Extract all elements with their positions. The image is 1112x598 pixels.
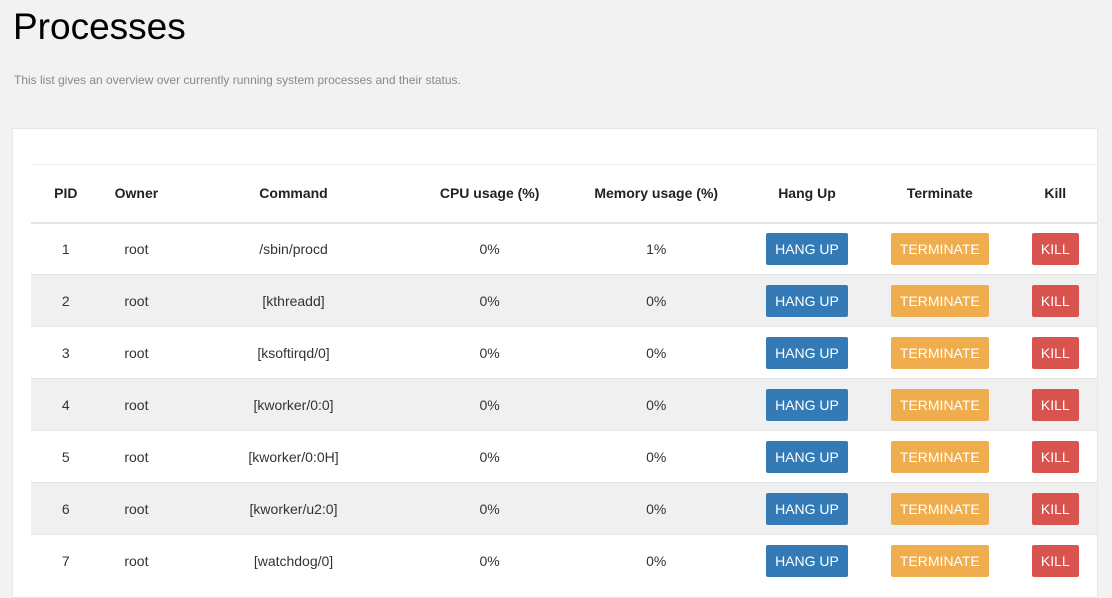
cell-command: /sbin/procd	[172, 222, 415, 275]
cell-kill: KILL	[1013, 326, 1097, 379]
cell-terminate: TERMINATE	[866, 378, 1014, 431]
terminate-button[interactable]: TERMINATE	[890, 336, 989, 369]
hangup-button[interactable]: HANG UP	[766, 544, 848, 577]
header-terminate: Terminate	[866, 164, 1014, 224]
kill-button[interactable]: KILL	[1031, 388, 1079, 421]
cell-command: [kworker/0:0]	[172, 378, 415, 431]
table-row: 5 root [kworker/0:0H] 0% 0% HANG UP TERM…	[31, 430, 1097, 483]
cell-owner: root	[100, 326, 173, 379]
kill-button[interactable]: KILL	[1031, 544, 1079, 577]
table-row: 7 root [watchdog/0] 0% 0% HANG UP TERMIN…	[31, 534, 1097, 587]
cell-pid: 7	[31, 534, 101, 587]
table-row: 6 root [kworker/u2:0] 0% 0% HANG UP TERM…	[31, 482, 1097, 535]
kill-button[interactable]: KILL	[1031, 284, 1079, 317]
kill-button[interactable]: KILL	[1031, 336, 1079, 369]
kill-button[interactable]: KILL	[1031, 492, 1079, 525]
cell-kill: KILL	[1013, 534, 1097, 587]
cell-owner: root	[100, 430, 173, 483]
cell-memory: 0%	[564, 274, 748, 327]
table-row: 1 root /sbin/procd 0% 1% HANG UP TERMINA…	[31, 222, 1097, 275]
hangup-button[interactable]: HANG UP	[766, 388, 848, 421]
header-pid: PID	[31, 164, 101, 224]
hangup-button[interactable]: HANG UP	[766, 440, 848, 473]
cell-hangup: HANG UP	[747, 430, 867, 483]
cell-kill: KILL	[1013, 222, 1097, 275]
cell-kill: KILL	[1013, 378, 1097, 431]
hangup-button[interactable]: HANG UP	[766, 336, 848, 369]
hangup-button[interactable]: HANG UP	[766, 284, 848, 317]
header-cpu: CPU usage (%)	[414, 164, 565, 224]
page-description: This list gives an overview over current…	[14, 73, 461, 87]
cell-kill: KILL	[1013, 430, 1097, 483]
cell-owner: root	[100, 378, 173, 431]
terminate-button[interactable]: TERMINATE	[890, 544, 989, 577]
cell-cpu: 0%	[414, 534, 565, 587]
terminate-button[interactable]: TERMINATE	[890, 492, 989, 525]
cell-owner: root	[100, 482, 173, 535]
cell-owner: root	[100, 274, 173, 327]
cell-pid: 4	[31, 378, 101, 431]
cell-hangup: HANG UP	[747, 378, 867, 431]
cell-memory: 0%	[564, 378, 748, 431]
cell-memory: 0%	[564, 430, 748, 483]
cell-hangup: HANG UP	[747, 222, 867, 275]
cell-pid: 2	[31, 274, 101, 327]
cell-command: [kthreadd]	[172, 274, 415, 327]
cell-memory: 0%	[564, 534, 748, 587]
cell-owner: root	[100, 534, 173, 587]
cell-hangup: HANG UP	[747, 534, 867, 587]
terminate-button[interactable]: TERMINATE	[890, 232, 989, 265]
header-command: Command	[172, 164, 415, 224]
header-kill: Kill	[1013, 164, 1097, 224]
table-row: 4 root [kworker/0:0] 0% 0% HANG UP TERMI…	[31, 378, 1097, 431]
header-hangup: Hang Up	[747, 164, 867, 224]
table-header-row: PID Owner Command CPU usage (%) Memory u…	[31, 164, 1097, 224]
cell-pid: 3	[31, 326, 101, 379]
kill-button[interactable]: KILL	[1031, 440, 1079, 473]
cell-pid: 6	[31, 482, 101, 535]
cell-cpu: 0%	[414, 482, 565, 535]
cell-pid: 5	[31, 430, 101, 483]
terminate-button[interactable]: TERMINATE	[890, 440, 989, 473]
header-owner: Owner	[100, 164, 173, 224]
cell-memory: 1%	[564, 222, 748, 275]
terminate-button[interactable]: TERMINATE	[890, 284, 989, 317]
cell-hangup: HANG UP	[747, 482, 867, 535]
cell-terminate: TERMINATE	[866, 222, 1014, 275]
table-row: 3 root [ksoftirqd/0] 0% 0% HANG UP TERMI…	[31, 326, 1097, 379]
process-panel: PID Owner Command CPU usage (%) Memory u…	[12, 128, 1098, 598]
hangup-button[interactable]: HANG UP	[766, 232, 848, 265]
cell-hangup: HANG UP	[747, 326, 867, 379]
cell-cpu: 0%	[414, 326, 565, 379]
hangup-button[interactable]: HANG UP	[766, 492, 848, 525]
cell-terminate: TERMINATE	[866, 534, 1014, 587]
cell-cpu: 0%	[414, 222, 565, 275]
cell-cpu: 0%	[414, 430, 565, 483]
cell-kill: KILL	[1013, 482, 1097, 535]
cell-command: [kworker/u2:0]	[172, 482, 415, 535]
table-row: 2 root [kthreadd] 0% 0% HANG UP TERMINAT…	[31, 274, 1097, 327]
header-memory: Memory usage (%)	[564, 164, 748, 224]
cell-terminate: TERMINATE	[866, 482, 1014, 535]
cell-cpu: 0%	[414, 274, 565, 327]
cell-terminate: TERMINATE	[866, 326, 1014, 379]
cell-hangup: HANG UP	[747, 274, 867, 327]
cell-memory: 0%	[564, 482, 748, 535]
cell-terminate: TERMINATE	[866, 274, 1014, 327]
cell-cpu: 0%	[414, 378, 565, 431]
page-title: Processes	[13, 6, 186, 47]
cell-pid: 1	[31, 222, 101, 275]
cell-owner: root	[100, 222, 173, 275]
kill-button[interactable]: KILL	[1031, 232, 1079, 265]
cell-kill: KILL	[1013, 274, 1097, 327]
cell-terminate: TERMINATE	[866, 430, 1014, 483]
terminate-button[interactable]: TERMINATE	[890, 388, 989, 421]
cell-command: [watchdog/0]	[172, 534, 415, 587]
cell-command: [kworker/0:0H]	[172, 430, 415, 483]
process-table: PID Owner Command CPU usage (%) Memory u…	[31, 164, 1097, 587]
cell-command: [ksoftirqd/0]	[172, 326, 415, 379]
cell-memory: 0%	[564, 326, 748, 379]
